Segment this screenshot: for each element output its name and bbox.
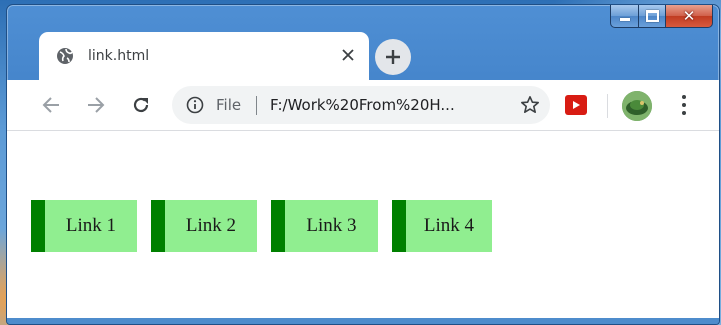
menu-dot [682,95,686,99]
arrow-right-icon [88,97,105,113]
tab-close-button[interactable] [339,46,357,64]
maximize-button[interactable] [639,5,666,28]
scheme-label: File [216,96,242,114]
youtube-icon[interactable] [565,95,587,115]
close-icon: ✕ [682,7,696,25]
more-vert-icon[interactable] [679,95,689,115]
minimize-button[interactable] [610,5,639,28]
toolbar-divider [607,94,608,118]
arrow-left-icon [42,97,59,113]
link-1[interactable]: Link 1 [31,200,137,252]
page-content: Link 1 Link 2 Link 3 Link 4 [7,131,719,318]
globe-icon [56,47,74,65]
new-tab-button[interactable] [375,39,411,75]
profile-avatar[interactable] [622,91,652,121]
tab-link-html[interactable]: link.html [39,32,369,80]
window-frame-bottom [7,318,719,324]
reload-button[interactable] [130,94,152,116]
star-icon[interactable] [520,95,540,115]
menu-dot [682,111,686,115]
browser-window: ✕ link.html File F:/Work%20From%20H... L… [6,4,720,325]
minimize-icon [619,17,630,21]
url-text[interactable]: F:/Work%20From%20H... [270,86,455,124]
toolbar: File F:/Work%20From%20H... [7,80,719,131]
link-nav: Link 1 Link 2 Link 3 Link 4 [31,200,506,252]
address-bar[interactable]: File F:/Work%20From%20H... [172,86,550,124]
tab-title: link.html [88,48,150,64]
close-window-button[interactable]: ✕ [666,5,713,28]
link-3[interactable]: Link 3 [271,200,378,252]
reload-icon [133,97,149,113]
maximize-icon [645,10,659,22]
caption-buttons: ✕ [610,5,713,29]
back-button[interactable] [40,94,62,116]
link-4[interactable]: Link 4 [392,200,492,252]
link-2[interactable]: Link 2 [151,200,257,252]
plus-icon [386,50,400,64]
info-icon[interactable] [186,96,204,114]
omnibox-divider [256,96,257,115]
menu-dot [682,103,686,107]
forward-button[interactable] [85,94,107,116]
close-icon [342,49,354,61]
